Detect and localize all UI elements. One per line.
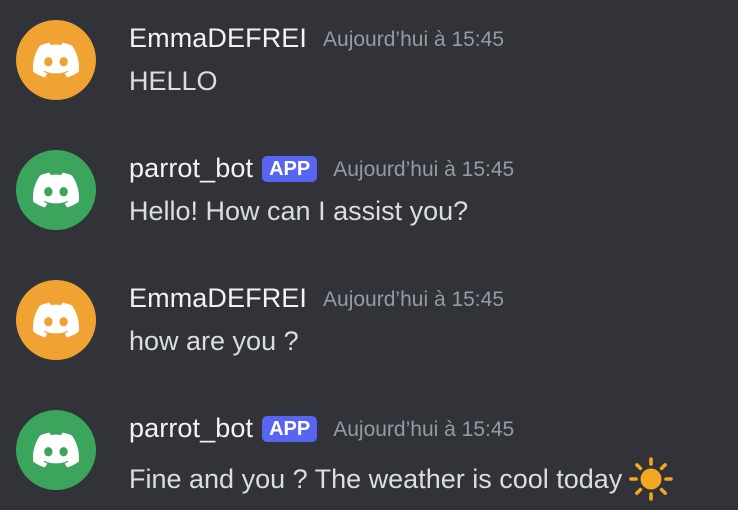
- discord-logo-icon: [33, 302, 79, 338]
- chat-message[interactable]: parrot_bot APP Aujourd’hui à 15:45 Hello…: [0, 150, 738, 250]
- timestamp[interactable]: Aujourd’hui à 15:45: [323, 288, 504, 312]
- message-header: EmmaDEFREI Aujourd’hui à 15:45: [129, 22, 504, 54]
- chat-message-list[interactable]: EmmaDEFREI Aujourd’hui à 15:45 HELLO par…: [0, 0, 738, 510]
- chat-message[interactable]: parrot_bot APP Aujourd’hui à 15:45 Fine …: [0, 410, 738, 510]
- username[interactable]: EmmaDEFREI: [129, 283, 307, 314]
- message-content: how are you ?: [129, 326, 299, 357]
- timestamp[interactable]: Aujourd’hui à 15:45: [333, 158, 514, 182]
- avatar[interactable]: [16, 20, 96, 100]
- message-content: Fine and you ? The weather is cool today: [129, 456, 674, 502]
- discord-logo-icon: [33, 42, 79, 78]
- sun-emoji-icon: [628, 456, 674, 502]
- message-header: parrot_bot APP Aujourd’hui à 15:45: [129, 412, 514, 444]
- discord-logo-icon: [33, 432, 79, 468]
- message-content: HELLO: [129, 66, 218, 97]
- username[interactable]: parrot_bot: [129, 413, 253, 444]
- avatar[interactable]: [16, 280, 96, 360]
- message-text: Fine and you ? The weather is cool today: [129, 463, 623, 494]
- message-text: how are you ?: [129, 326, 299, 356]
- chat-message[interactable]: EmmaDEFREI Aujourd’hui à 15:45 how are y…: [0, 280, 738, 380]
- avatar[interactable]: [16, 410, 96, 490]
- message-header: parrot_bot APP Aujourd’hui à 15:45: [129, 152, 514, 184]
- avatar[interactable]: [16, 150, 96, 230]
- username[interactable]: parrot_bot: [129, 153, 253, 184]
- timestamp[interactable]: Aujourd’hui à 15:45: [323, 28, 504, 52]
- message-text: HELLO: [129, 66, 218, 96]
- app-badge: APP: [262, 416, 318, 442]
- message-text: Hello! How can I assist you?: [129, 196, 469, 226]
- message-header: EmmaDEFREI Aujourd’hui à 15:45: [129, 282, 504, 314]
- chat-message[interactable]: EmmaDEFREI Aujourd’hui à 15:45 HELLO: [0, 20, 738, 120]
- discord-logo-icon: [33, 172, 79, 208]
- username[interactable]: EmmaDEFREI: [129, 23, 307, 54]
- app-badge: APP: [262, 156, 318, 182]
- timestamp[interactable]: Aujourd’hui à 15:45: [333, 418, 514, 442]
- message-content: Hello! How can I assist you?: [129, 196, 468, 227]
